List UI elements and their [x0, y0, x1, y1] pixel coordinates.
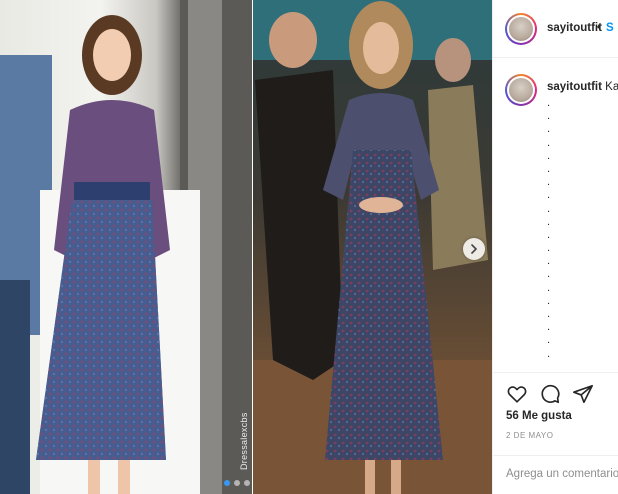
share-icon[interactable]: [572, 383, 594, 405]
caption-dot-lines: ....................: [547, 97, 557, 361]
follow-button[interactable]: S: [606, 22, 614, 34]
comment-box: [493, 455, 618, 494]
caption-dot: .: [547, 294, 551, 307]
photo-right: [253, 0, 492, 494]
post-actions: [493, 372, 618, 404]
header-username[interactable]: sayitoutfit: [547, 22, 602, 34]
caption-dot: .: [547, 189, 551, 202]
comment-input[interactable]: [506, 468, 618, 480]
caption-dot: .: [547, 149, 551, 162]
header-separator: •: [597, 22, 602, 34]
carousel-dot: [234, 480, 240, 486]
likes-count[interactable]: 56 Me gusta: [506, 410, 572, 422]
caption-dot: .: [547, 176, 551, 189]
comment-icon[interactable]: [539, 383, 561, 405]
chevron-right-icon: [471, 244, 477, 254]
photo-watermark: Dressalexcbs: [239, 412, 249, 470]
caption-dot: .: [547, 97, 551, 109]
photo-left: [0, 0, 252, 494]
caption-dot: .: [547, 321, 551, 334]
caption-dot: .: [547, 162, 551, 175]
caption-dot: .: [547, 136, 551, 149]
caption-dot: .: [547, 281, 551, 294]
caption: sayitoutfit Ka: [547, 81, 618, 93]
post-date[interactable]: 2 DE MAYO: [506, 431, 553, 440]
caption-dot: .: [547, 347, 551, 360]
carousel-dot: [244, 480, 250, 486]
post-header: sayitoutfit • S: [493, 0, 618, 58]
post-media-carousel[interactable]: Dressalexcbs: [0, 0, 492, 494]
post-sidebar: sayitoutfit • S sayitoutfit Ka .........…: [492, 0, 618, 494]
carousel-indicator: [224, 480, 250, 486]
caption-avatar[interactable]: [505, 74, 537, 106]
caption-text: Ka: [605, 81, 618, 93]
woman-dress-illustration-left: [0, 0, 252, 494]
caption-dot: .: [547, 242, 551, 255]
caption-dot: .: [547, 215, 551, 228]
caption-username[interactable]: sayitoutfit: [547, 81, 602, 93]
caption-dot: .: [547, 268, 551, 281]
woman-dress-illustration-right: [253, 0, 492, 494]
carousel-next-button[interactable]: [463, 238, 485, 260]
caption-dot: .: [547, 110, 551, 123]
heart-icon[interactable]: [506, 383, 528, 405]
caption-dot: .: [547, 334, 551, 347]
caption-dot: .: [547, 202, 551, 215]
avatar[interactable]: [505, 13, 537, 45]
carousel-dot-active: [224, 480, 230, 486]
caption-dot: .: [547, 228, 551, 241]
caption-dot: .: [547, 123, 551, 136]
caption-dot: .: [547, 255, 551, 268]
caption-dot: .: [547, 308, 551, 320]
instagram-post: Dressalexcbs sayitoutfit • S sayitoutfit: [0, 0, 618, 494]
